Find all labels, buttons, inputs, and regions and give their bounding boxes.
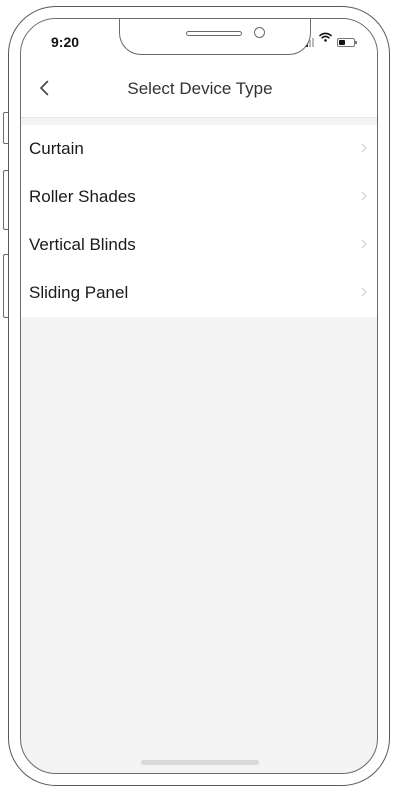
device-type-label: Sliding Panel: [29, 283, 129, 302]
battery-level-fill: [339, 40, 345, 45]
device-type-list: Curtain Roller Shades Vertical Blinds Sl…: [21, 125, 377, 317]
device-type-label: Curtain: [29, 139, 84, 158]
device-type-label: Vertical Blinds: [29, 235, 136, 254]
battery-icon: [337, 38, 357, 47]
home-indicator: [141, 760, 259, 765]
chevron-right-icon: [361, 287, 367, 297]
phone-notch: [119, 19, 311, 55]
chevron-right-icon: [361, 239, 367, 249]
phone-camera: [254, 27, 265, 38]
chevron-right-icon: [361, 191, 367, 201]
wifi-icon: [319, 29, 332, 47]
app-screen: 9:20 Select Device Type Curtain Roller S…: [20, 18, 378, 774]
device-type-vertical-blinds[interactable]: Vertical Blinds: [21, 221, 377, 269]
navigation-bar: Select Device Type: [21, 63, 377, 118]
chevron-right-icon: [361, 143, 367, 153]
device-type-roller-shades[interactable]: Roller Shades: [21, 173, 377, 221]
device-type-sliding-panel[interactable]: Sliding Panel: [21, 269, 377, 317]
phone-mockup: 9:20 Select Device Type Curtain Roller S…: [0, 0, 398, 788]
status-icons: [303, 32, 357, 47]
status-time: 9:20: [51, 34, 80, 50]
phone-speaker: [186, 31, 242, 36]
device-type-curtain[interactable]: Curtain: [21, 125, 377, 173]
device-type-label: Roller Shades: [29, 187, 136, 206]
page-title: Select Device Type: [127, 79, 273, 98]
